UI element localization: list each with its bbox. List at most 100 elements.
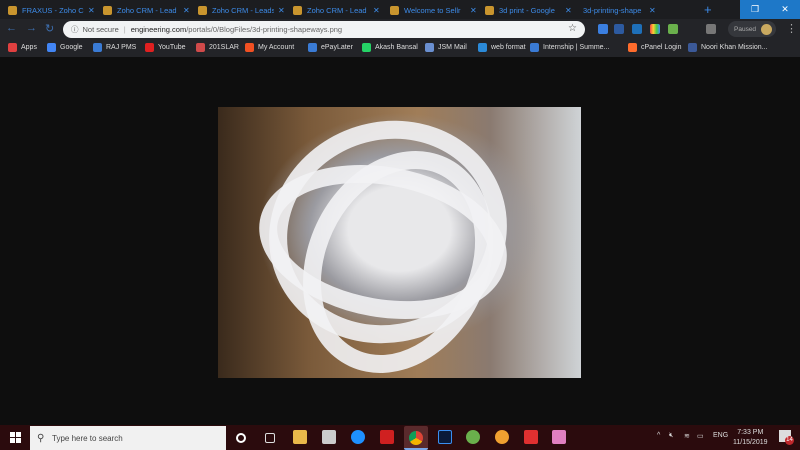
bookmark-item[interactable]: Internship | Summe... [530, 43, 609, 52]
clock[interactable]: 7:33 PM 11/15/2019 [733, 428, 768, 448]
back-button[interactable]: ← [6, 22, 17, 34]
app-icon[interactable] [495, 430, 509, 444]
time: 7:33 PM [737, 429, 764, 436]
bookmark-label: JSM Mail [438, 44, 467, 51]
bookmark-label: cPanel Login [641, 44, 682, 51]
url-domain: engineering.com [130, 25, 187, 34]
bookmark-label: Apps [21, 44, 37, 51]
tab[interactable]: Welcome to Sellr ✕ [390, 2, 477, 18]
photoshop-icon[interactable] [438, 430, 452, 444]
language-indicator[interactable]: ENG [713, 432, 728, 439]
windows-start-icon[interactable] [10, 432, 21, 443]
bookmark-label: Akash Bansal [375, 44, 418, 51]
search-icon: ⚲ [37, 432, 45, 444]
bookmark-label: My Account [258, 44, 295, 51]
bookmark-icon [196, 43, 205, 52]
chrome-taskbar-icon[interactable] [404, 426, 428, 450]
tab-label: 3d print - Google [499, 5, 555, 15]
bookmark-star-icon[interactable]: ☆ [568, 23, 577, 34]
bookmark-item[interactable]: Google [47, 43, 83, 52]
file-explorer-icon[interactable] [293, 430, 307, 444]
tab-label: 3d-printing-shape [583, 5, 642, 15]
volume-muted-icon[interactable]: 🔇︎ [669, 432, 673, 440]
bookmark-item[interactable]: RAJ PMS [93, 43, 136, 52]
bookmark-icon [688, 43, 697, 52]
google-icon [485, 5, 494, 15]
bookmark-icon [47, 43, 56, 52]
close-tab-icon[interactable]: ✕ [470, 6, 477, 15]
bookmark-icon [308, 43, 317, 52]
bookmark-item[interactable]: My Account [245, 43, 294, 52]
close-tab-icon[interactable]: ✕ [278, 6, 285, 15]
extension-icon[interactable] [706, 24, 716, 34]
calculator-icon[interactable] [322, 430, 336, 444]
bookmark-label: web format [491, 44, 526, 51]
bookmark-icon [628, 43, 637, 52]
security-label: Not secure [82, 25, 119, 34]
cortana-icon[interactable] [236, 433, 246, 443]
bookmark-item[interactable]: Apps [8, 43, 37, 52]
profile-button[interactable]: Paused [728, 21, 776, 37]
edge-icon[interactable] [351, 430, 365, 444]
bookmark-item[interactable]: web format [478, 43, 526, 52]
bookmark-label: Google [60, 44, 83, 51]
restore-button[interactable]: ❐ [740, 0, 770, 19]
tab-label: Welcome to Sellr [404, 5, 461, 15]
notification-count: 14 [785, 436, 794, 445]
battery-icon[interactable]: ▭ [697, 432, 704, 440]
bookmark-item[interactable]: ePayLater [308, 43, 353, 52]
date: 11/15/2019 [733, 439, 768, 446]
close-window-button[interactable]: ✕ [770, 0, 800, 19]
bookmark-item[interactable]: Akash Bansal [362, 43, 418, 52]
extension-icon[interactable] [614, 24, 624, 34]
extension-icon[interactable] [650, 24, 660, 34]
new-tab-button[interactable]: + [704, 2, 712, 17]
tab-label: Zoho CRM - Lead [307, 5, 367, 15]
bookmark-label: RAJ PMS [106, 44, 137, 51]
tab[interactable]: FRAXUS - Zoho C ✕ [8, 2, 95, 18]
tray-chevron-icon[interactable]: ^ [657, 432, 660, 439]
profile-label: Paused [734, 25, 757, 33]
close-tab-icon[interactable]: ✕ [565, 6, 572, 15]
address-bar[interactable]: ⓘ Not secure | engineering.com/portals/0… [63, 21, 585, 38]
bookmark-item[interactable]: 201SLAR [196, 43, 239, 52]
notification-center-icon[interactable]: 14 [779, 430, 794, 445]
bookmark-item[interactable]: JSM Mail [425, 43, 467, 52]
bookmark-label: ePayLater [321, 44, 353, 51]
bookmark-item[interactable]: YouTube [145, 43, 186, 52]
bookmark-icon [8, 43, 17, 52]
shield-extension-icon[interactable] [632, 24, 642, 34]
bookmark-icon [93, 43, 102, 52]
app-icon[interactable] [380, 430, 394, 444]
close-tab-icon[interactable]: ✕ [649, 6, 656, 15]
tab[interactable]: 3d-printing-shape ✕ [583, 2, 656, 18]
bookmark-item[interactable]: cPanel Login [628, 43, 681, 52]
tab[interactable]: 3d print - Google ✕ [485, 2, 572, 18]
app-icon[interactable] [552, 430, 566, 444]
app-icon[interactable] [524, 430, 538, 444]
tab-label: Zoho CRM - Lead [117, 5, 177, 15]
wifi-icon[interactable]: ≋ [684, 432, 690, 440]
extension-icon[interactable] [598, 24, 608, 34]
tab[interactable]: Zoho CRM - Leads ✕ [198, 2, 285, 18]
taskbar-search-input[interactable]: ⚲ Type here to search [30, 426, 226, 450]
extension-icon[interactable] [668, 24, 678, 34]
task-view-icon[interactable] [265, 433, 275, 443]
forward-button[interactable]: → [26, 22, 37, 34]
bookmark-icon [245, 43, 254, 52]
menu-icon[interactable]: ⋮ [786, 22, 797, 35]
close-tab-icon[interactable]: ✕ [373, 6, 380, 15]
bookmark-icon [478, 43, 487, 52]
close-tab-icon[interactable]: ✕ [183, 6, 190, 15]
bookmark-icon [145, 43, 154, 52]
search-placeholder: Type here to search [52, 433, 123, 443]
bookmark-item[interactable]: Noori Khan Mission... [688, 43, 768, 52]
tab[interactable]: Zoho CRM - Lead ✕ [293, 2, 380, 18]
url-path: /portals/0/BlogFiles/3d-printing-shapewa… [186, 25, 343, 34]
tab-label: FRAXUS - Zoho C [22, 5, 84, 15]
close-tab-icon[interactable]: ✕ [88, 6, 95, 15]
tab[interactable]: Zoho CRM - Lead ✕ [103, 2, 190, 18]
bookmark-label: Noori Khan Mission... [701, 44, 768, 51]
reload-button[interactable]: ↻ [45, 22, 54, 35]
app-icon[interactable] [466, 430, 480, 444]
